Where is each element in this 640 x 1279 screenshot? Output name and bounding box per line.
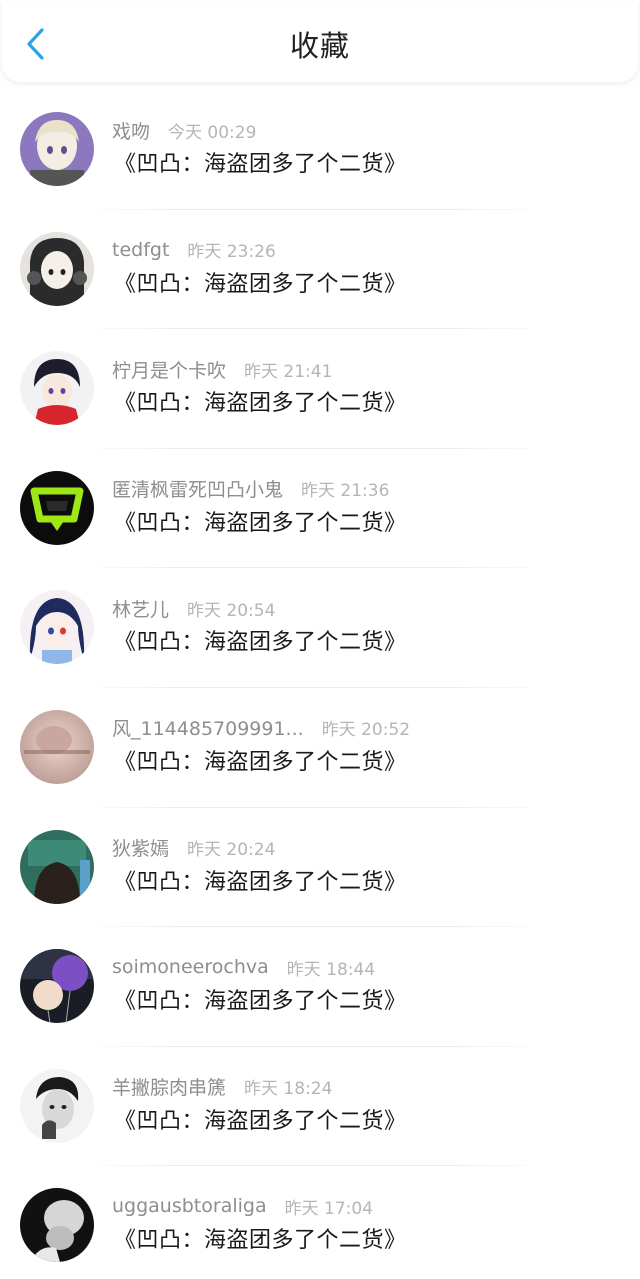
timestamp: 昨天 20:52 xyxy=(321,720,411,741)
username[interactable]: 戏吻 xyxy=(112,117,150,144)
item-meta: soimoneerochva 昨天 18:44 xyxy=(112,953,375,981)
anime-avatar-icon xyxy=(20,351,94,426)
favorite-title[interactable]: 《凹凸：海盗团多了个二货》 xyxy=(114,268,407,302)
favorite-title[interactable]: 《凹凸：海盗团多了个二货》 xyxy=(114,1105,407,1139)
avatar[interactable] xyxy=(20,1188,94,1263)
username[interactable]: 羊撇腙肉串篪 xyxy=(112,1073,226,1100)
list-item[interactable]: 林艺儿 昨天 20:54 《凹凸：海盗团多了个二货》 xyxy=(0,568,640,688)
username[interactable]: 风_114485709991... xyxy=(112,714,304,741)
username[interactable]: 狄紫嫣 xyxy=(112,834,169,861)
list-item[interactable]: 戏吻 今天 00:29 《凹凸：海盗团多了个二货》 xyxy=(0,90,640,210)
username[interactable]: 匿清枫雷死凹凸小鬼 xyxy=(112,475,283,502)
timestamp: 昨天 21:36 xyxy=(301,481,390,502)
item-meta: 风_114485709991... 昨天 20:52 xyxy=(112,714,410,742)
top-bar: 收藏 xyxy=(2,2,638,82)
favorite-title[interactable]: 《凹凸：海盗团多了个二货》 xyxy=(114,507,407,541)
item-meta: 林艺儿 昨天 20:54 xyxy=(112,594,275,622)
favorite-title[interactable]: 《凹凸：海盗团多了个二货》 xyxy=(114,866,407,900)
username[interactable]: 柠月是个卡吹 xyxy=(112,356,226,383)
username[interactable]: 林艺儿 xyxy=(112,595,169,622)
photo-avatar-icon xyxy=(20,1068,94,1143)
favorite-title[interactable]: 《凹凸：海盗团多了个二货》 xyxy=(114,387,407,421)
item-meta: 羊撇腙肉串篪 昨天 18:24 xyxy=(112,1073,332,1101)
username[interactable]: tedfgt xyxy=(112,239,169,261)
item-meta: 戏吻 今天 00:29 xyxy=(112,116,256,144)
favorite-title[interactable]: 《凹凸：海盗团多了个二货》 xyxy=(114,746,407,780)
anime-avatar-icon xyxy=(20,829,94,904)
avatar[interactable] xyxy=(20,829,94,904)
list-item[interactable]: 羊撇腙肉串篪 昨天 18:24 《凹凸：海盗团多了个二货》 xyxy=(0,1047,640,1167)
favorite-title[interactable]: 《凹凸：海盗团多了个二货》 xyxy=(114,1224,407,1258)
list-item[interactable]: soimoneerochva 昨天 18:44 《凹凸：海盗团多了个二货》 xyxy=(0,927,640,1047)
favorites-list: 戏吻 今天 00:29 《凹凸：海盗团多了个二货》 tedfgt 昨天 23:2… xyxy=(0,90,640,1279)
page-title: 收藏 xyxy=(289,29,350,63)
timestamp: 昨天 21:41 xyxy=(244,361,333,382)
favorite-title[interactable]: 《凹凸：海盗团多了个二货》 xyxy=(114,626,407,660)
anime-avatar-icon xyxy=(20,231,94,306)
list-item[interactable]: uggausbtoraliga 昨天 17:04 《凹凸：海盗团多了个二货》 xyxy=(0,1166,640,1279)
anime-avatar-icon xyxy=(20,112,94,186)
timestamp: 昨天 20:24 xyxy=(187,840,276,861)
timestamp: 昨天 17:04 xyxy=(284,1198,374,1219)
photo-avatar-icon xyxy=(20,709,94,784)
item-meta: uggausbtoraliga 昨天 17:04 xyxy=(112,1192,373,1220)
list-item[interactable]: 匿清枫雷死凹凸小鬼 昨天 21:36 《凹凸：海盗团多了个二货》 xyxy=(0,449,640,569)
list-item[interactable]: 狄紫嫣 昨天 20:24 《凹凸：海盗团多了个二货》 xyxy=(0,808,640,928)
avatar[interactable] xyxy=(20,112,94,186)
list-item[interactable]: 柠月是个卡吹 昨天 21:41 《凹凸：海盗团多了个二货》 xyxy=(0,329,640,449)
avatar[interactable] xyxy=(20,351,94,426)
list-item[interactable]: tedfgt 昨天 23:26 《凹凸：海盗团多了个二货》 xyxy=(0,210,640,330)
balloon-avatar-icon xyxy=(20,949,94,1024)
avatar[interactable] xyxy=(20,709,94,784)
favorite-title[interactable]: 《凹凸：海盗团多了个二货》 xyxy=(114,148,407,182)
username[interactable]: uggausbtoraliga xyxy=(112,1195,267,1217)
avatar[interactable] xyxy=(20,590,94,665)
timestamp: 昨天 23:26 xyxy=(187,242,276,263)
timestamp: 昨天 20:54 xyxy=(187,600,276,621)
favorite-title[interactable]: 《凹凸：海盗团多了个二货》 xyxy=(114,985,407,1019)
username[interactable]: soimoneerochva xyxy=(112,956,269,978)
favorites-page: 收藏 戏吻 今天 00:29 《凹凸：海盗团多了个二货》 tedfgt 昨天 2… xyxy=(0,0,640,1279)
anime-avatar-icon xyxy=(20,590,94,665)
timestamp: 今天 00:29 xyxy=(168,122,257,143)
logo-avatar-icon xyxy=(20,470,94,545)
item-meta: tedfgt 昨天 23:26 xyxy=(112,236,276,264)
item-meta: 狄紫嫣 昨天 20:24 xyxy=(112,834,275,862)
item-meta: 柠月是个卡吹 昨天 21:41 xyxy=(112,355,332,383)
avatar[interactable] xyxy=(20,231,94,306)
photo-avatar-icon xyxy=(20,1188,94,1263)
timestamp: 昨天 18:44 xyxy=(286,959,376,980)
list-item[interactable]: 风_114485709991... 昨天 20:52 《凹凸：海盗团多了个二货》 xyxy=(0,688,640,808)
avatar[interactable] xyxy=(20,949,94,1024)
item-meta: 匿清枫雷死凹凸小鬼 昨天 21:36 xyxy=(112,475,389,503)
avatar[interactable] xyxy=(20,1068,94,1143)
timestamp: 昨天 18:24 xyxy=(244,1079,333,1100)
avatar[interactable] xyxy=(20,470,94,545)
